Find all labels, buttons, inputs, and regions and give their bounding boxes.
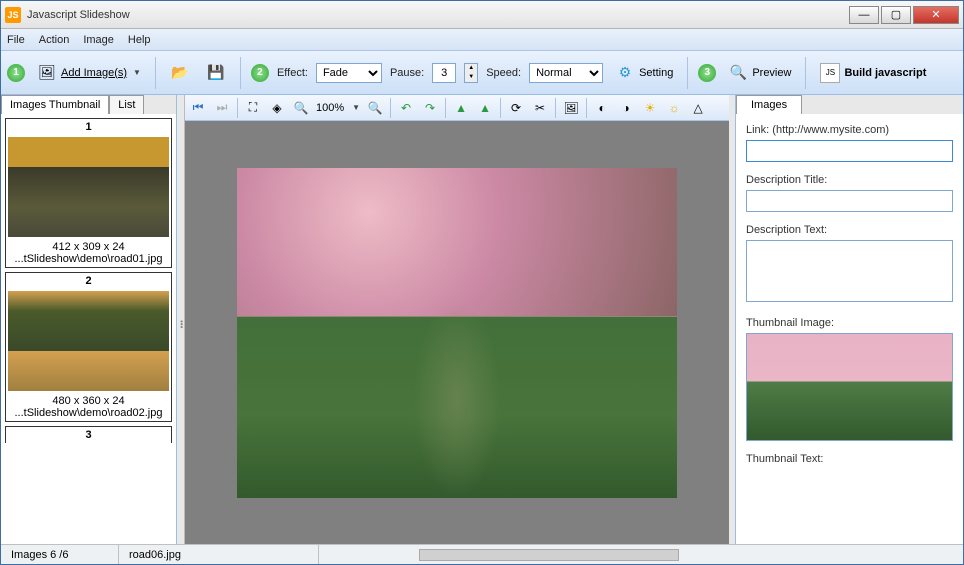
brightness-up-icon[interactable]: ☀	[641, 99, 659, 117]
add-images-button[interactable]: 🖼 Add Image(s) ▼	[33, 61, 145, 85]
thumbnail-list[interactable]: 1 412 x 309 x 24 ...tSlideshow\demo\road…	[1, 114, 176, 544]
thumbnail-preview	[746, 333, 953, 441]
effect-select[interactable]: Fade	[316, 63, 382, 83]
brightness-down-icon[interactable]: ☼	[665, 99, 683, 117]
speed-label: Speed:	[486, 67, 521, 79]
h-scrollbar[interactable]	[319, 549, 963, 561]
canvas-area[interactable]	[185, 121, 729, 544]
thumbnail-item[interactable]: 2 480 x 360 x 24 ...tSlideshow\demo\road…	[5, 272, 172, 422]
magnifier-icon: 🔍	[728, 63, 748, 83]
preview-label: Preview	[752, 67, 791, 79]
preview-button[interactable]: 🔍 Preview	[724, 61, 795, 85]
first-icon[interactable]: ⏮	[189, 99, 207, 117]
link-label: Link: (http://www.mysite.com)	[746, 124, 953, 136]
dropdown-arrow-icon: ▼	[133, 68, 141, 77]
open-button[interactable]: 📂	[166, 61, 194, 85]
add-images-label: Add Image(s)	[61, 67, 127, 79]
rotate-right-icon[interactable]: ↷	[421, 99, 439, 117]
pause-input[interactable]	[432, 63, 456, 83]
main-toolbar: 1 🖼 Add Image(s) ▼ 📂 💾 2 Effect: Fade Pa…	[1, 51, 963, 95]
setting-button[interactable]: ⚙ Setting	[611, 61, 677, 85]
flip-v-icon[interactable]: ▲	[476, 99, 494, 117]
gear-icon: ⚙	[615, 63, 635, 83]
thumb-dimensions: 412 x 309 x 24	[8, 241, 169, 253]
step-3-icon: 3	[698, 64, 716, 82]
thumb-text-label: Thumbnail Text:	[746, 453, 953, 465]
step-1-icon: 1	[7, 64, 25, 82]
actual-size-icon[interactable]: ◈	[268, 99, 286, 117]
app-icon: JS	[5, 7, 21, 23]
build-button[interactable]: JS Build javascript	[816, 61, 930, 85]
add-image-icon: 🖼	[37, 63, 57, 83]
zoom-out-icon[interactable]: 🔍	[366, 99, 384, 117]
tab-images-thumbnail[interactable]: Images Thumbnail	[1, 95, 109, 114]
thumb-path: ...tSlideshow\demo\road01.jpg	[8, 253, 169, 265]
minimize-button[interactable]: —	[849, 6, 879, 24]
thumb-image-label: Thumbnail Image:	[746, 317, 953, 329]
titlebar: JS Javascript Slideshow — ▢ ✕	[1, 1, 963, 29]
fit-icon[interactable]: ⛶	[244, 99, 262, 117]
tab-images-props[interactable]: Images	[736, 95, 802, 114]
thumb-number: 1	[8, 121, 169, 133]
tab-list[interactable]: List	[109, 95, 144, 114]
maximize-button[interactable]: ▢	[881, 6, 911, 24]
menubar: File Action Image Help	[1, 29, 963, 51]
refresh-icon[interactable]: ⟳	[507, 99, 525, 117]
image-toolbar: ⏮ ⏭ ⛶ ◈ 🔍 100% ▼ 🔍 ↶ ↷ ▲ ▲ ⟳ ✂ 🖼	[185, 95, 729, 121]
thumb-preview	[8, 137, 169, 237]
desc-title-label: Description Title:	[746, 174, 953, 186]
zoom-value[interactable]: 100%	[316, 102, 344, 114]
step-2-icon: 2	[251, 64, 269, 82]
save-button[interactable]: 💾	[202, 61, 230, 85]
link-input[interactable]	[746, 140, 953, 162]
save-icon: 💾	[206, 63, 226, 83]
thumbnail-item[interactable]: 1 412 x 309 x 24 ...tSlideshow\demo\road…	[5, 118, 172, 268]
close-button[interactable]: ✕	[913, 6, 959, 24]
next-icon[interactable]: ⏭	[213, 99, 231, 117]
contrast-down-icon[interactable]: ◑	[617, 99, 635, 117]
thumb-path: ...tSlideshow\demo\road02.jpg	[8, 407, 169, 419]
right-panel: Images Link: (http://www.mysite.com) Des…	[735, 95, 963, 544]
setting-label: Setting	[639, 67, 673, 79]
menu-help[interactable]: Help	[128, 34, 151, 46]
thumb-dimensions: 480 x 360 x 24	[8, 395, 169, 407]
main-image	[237, 168, 677, 498]
pause-label: Pause:	[390, 67, 424, 79]
status-filename: road06.jpg	[119, 545, 319, 564]
thumbnail-item[interactable]: 3	[5, 426, 172, 443]
left-splitter[interactable]	[177, 95, 185, 544]
folder-open-icon: 📂	[170, 63, 190, 83]
menu-action[interactable]: Action	[39, 34, 70, 46]
zoom-in-icon[interactable]: 🔍	[292, 99, 310, 117]
build-label: Build javascript	[844, 67, 926, 79]
contrast-up-icon[interactable]: ◐	[593, 99, 611, 117]
rotate-left-icon[interactable]: ↶	[397, 99, 415, 117]
center-panel: ⏮ ⏭ ⛶ ◈ 🔍 100% ▼ 🔍 ↶ ↷ ▲ ▲ ⟳ ✂ 🖼	[185, 95, 729, 544]
thumb-preview	[8, 291, 169, 391]
pause-spinner[interactable]: ▲▼	[464, 63, 478, 83]
statusbar: Images 6 /6 road06.jpg	[1, 544, 963, 564]
crop-icon[interactable]: ✂	[531, 99, 549, 117]
effect-label: Effect:	[277, 67, 308, 79]
js-file-icon: JS	[820, 63, 840, 83]
flip-h-icon[interactable]: ▲	[452, 99, 470, 117]
menu-image[interactable]: Image	[83, 34, 114, 46]
speed-select[interactable]: Normal	[529, 63, 603, 83]
desc-text-input[interactable]	[746, 240, 953, 302]
status-count: Images 6 /6	[1, 545, 119, 564]
desc-text-label: Description Text:	[746, 224, 953, 236]
adjust-icon[interactable]: △	[689, 99, 707, 117]
effects-icon[interactable]: 🖼	[562, 99, 580, 117]
menu-file[interactable]: File	[7, 34, 25, 46]
left-panel: Images Thumbnail List 1 412 x 309 x 24 .…	[1, 95, 177, 544]
desc-title-input[interactable]	[746, 190, 953, 212]
window-title: Javascript Slideshow	[27, 9, 849, 21]
thumb-number: 2	[8, 275, 169, 287]
thumb-number: 3	[8, 429, 169, 441]
zoom-dropdown-icon[interactable]: ▼	[352, 103, 360, 112]
